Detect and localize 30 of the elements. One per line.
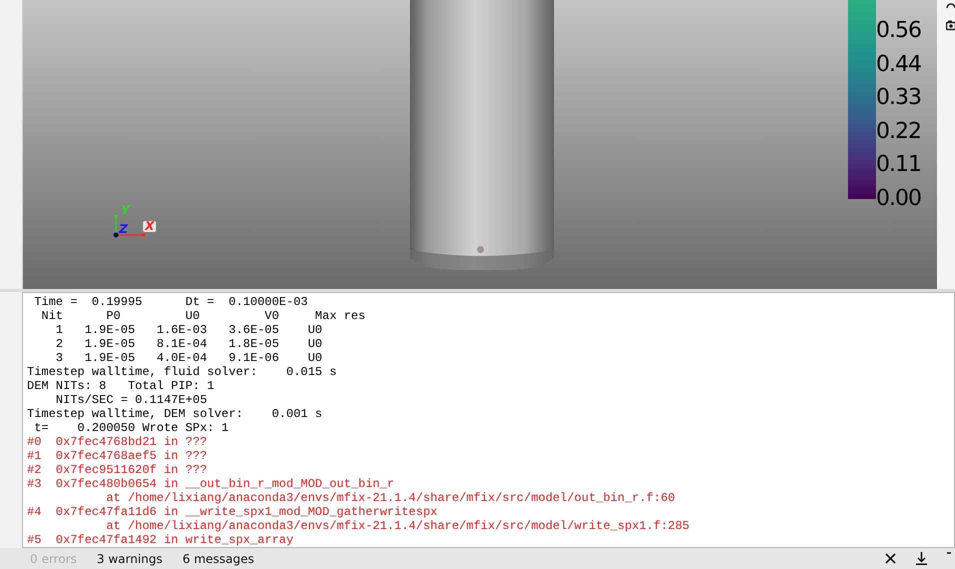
axis-label: Y — [121, 205, 130, 216]
console-line: #5 0x7fec47fa1492 in write_spx_array — [27, 533, 294, 547]
console-line: at /home/lixiang/anaconda3/envs/mfix-21.1.4/share/mfix/src/model/write_spx1.f:285 — [105, 519, 690, 533]
console-line: #0 0x7fec4768bd21 in ??? — [27, 435, 208, 449]
colorbar-label: 0.00 — [876, 184, 921, 213]
console-line: Nit P0 U0 V0 Max res — [40, 309, 366, 323]
colorbar-label: 0.22 — [876, 118, 921, 146]
axis-label: Z — [119, 224, 128, 235]
console-line: Time = 0.19995 Dt = 0.10000E-03 — [33, 295, 308, 309]
colorbar-label: 0.33 — [876, 84, 921, 112]
console-line: 1 1.9E-05 1.6E-03 3.6E-05 U0 — [54, 323, 322, 337]
console-line: at /home/lixiang/anaconda3/envs/mfix-21.1.4/share/mfix/src/model/out_bin_r.f:60 — [105, 491, 676, 505]
colorbar-label: 0.11 — [876, 151, 921, 180]
axis-label: X — [143, 221, 156, 232]
console-line: NITs/SEC = 0.1147E+05 — [54, 393, 208, 407]
colorbar-label: 0.56 — [876, 17, 921, 45]
3d-viewport[interactable]: Y Z X 0.56 0.44 0.33 0.22 0.11 0.00 — [23, 0, 937, 289]
console-line: #2 0x7fec9511620f in ??? — [27, 463, 208, 477]
console-line: #1 0x7fec4768aef5 in ??? — [27, 449, 208, 463]
colorbar-label: 0.44 — [876, 50, 921, 79]
console-line: 3 1.9E-05 4.0E-04 9.1E-06 U0 — [54, 351, 322, 365]
console-line: 2 1.9E-05 8.1E-04 1.8E-05 U0 — [54, 337, 322, 351]
console-line: DEM NITs: 8 Total PIP: 1 — [27, 379, 214, 393]
console-line: #3 0x7fec480b0654 in __out_bin_r_mod_MOD_out_bin_r — [27, 477, 394, 491]
console-line: Timestep walltime, DEM solver: 0.001 s — [27, 407, 322, 421]
message-count[interactable]: 3 warnings — [96, 552, 163, 566]
console-line: Timestep walltime, fluid solver: 0.015 s — [27, 365, 337, 379]
console-line: #4 0x7fec47fa11d6 in __write_spx1_mod_MOD_gatherwritespx — [27, 505, 438, 519]
console-line: t= 0.200050 Wrote SPx: 1 — [33, 421, 229, 435]
message-count[interactable]: 6 messages — [182, 552, 254, 566]
